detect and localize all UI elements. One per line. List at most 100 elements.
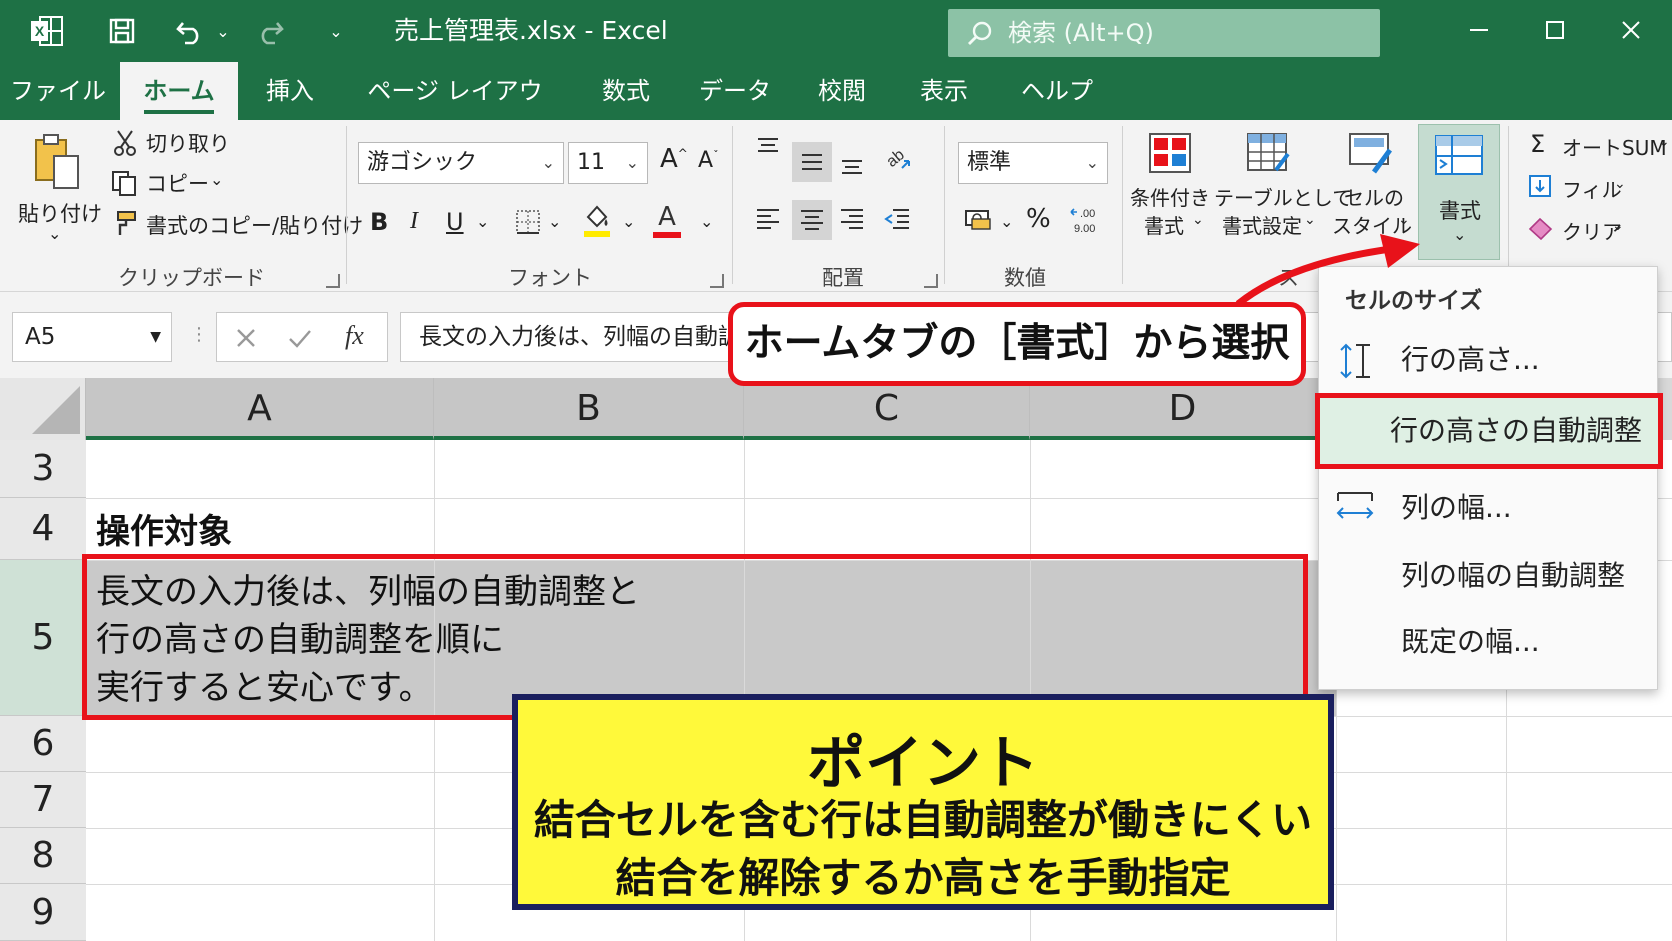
font-color-icon[interactable]: A [650,200,684,240]
format-painter-icon[interactable] [108,208,140,238]
save-icon[interactable] [104,14,140,48]
fill-color-icon[interactable] [580,202,614,240]
underline-dropdown-icon[interactable]: ⌄ [476,212,489,231]
cancel-entry-icon[interactable] [233,325,259,351]
fill-color-dropdown-icon[interactable]: ⌄ [622,212,635,231]
cell-styles-label1[interactable]: セルの [1344,182,1404,211]
column-header-b[interactable]: B [434,378,744,440]
cell-styles-icon[interactable] [1346,130,1394,176]
borders-icon[interactable] [512,206,544,238]
top-align-icon[interactable] [752,132,784,162]
accounting-dropdown-icon[interactable]: ⌄ [1000,212,1013,231]
decrease-font-icon[interactable]: Aˇ [698,148,719,173]
autosum-label[interactable]: オートSUM [1562,132,1667,161]
customize-qat-icon[interactable]: ⌄ [324,14,348,48]
cell-a4[interactable]: 操作対象 [96,504,232,553]
menu-item-autofit-column-width[interactable]: 列の幅の自動調整 [1319,545,1659,607]
menu-item-autofit-row-height[interactable]: 行の高さの自動調整 [1315,393,1663,469]
copy-label[interactable]: コピー [146,168,209,198]
select-all-corner[interactable] [0,378,86,440]
tab-insert[interactable]: 挿入 [250,62,330,120]
menu-item-column-width[interactable]: 列の幅... [1319,477,1659,539]
redo-icon[interactable] [252,14,288,48]
row-header-8[interactable]: 8 [0,828,86,884]
middle-align-icon[interactable] [792,142,832,182]
decrease-indent-icon[interactable] [880,202,914,236]
row-header-5[interactable]: 5 [0,560,86,716]
align-center-icon[interactable] [792,200,832,240]
confirm-entry-icon[interactable] [287,325,313,351]
format-as-table-icon[interactable] [1244,130,1292,176]
row-header-6[interactable]: 6 [0,716,86,772]
tab-home[interactable]: ホーム [120,62,238,120]
copy-icon[interactable] [108,168,140,198]
fill-icon[interactable] [1526,172,1554,200]
menu-item-label: 列の幅の自動調整 [1401,559,1626,592]
close-button[interactable] [1606,10,1656,50]
undo-icon[interactable] [172,14,208,48]
column-header-c[interactable]: C [744,378,1030,440]
format-button[interactable]: 書式 ⌄ [1418,124,1500,260]
tab-formulas[interactable]: 数式 [586,62,666,120]
row-header-7[interactable]: 7 [0,772,86,828]
number-format-dropdown[interactable]: 標準 ⌄ [958,142,1108,184]
increase-font-icon[interactable]: A^ [660,144,688,174]
copy-dropdown-icon[interactable]: ⌄ [210,170,223,189]
clipboard-launcher-icon[interactable] [326,274,340,288]
italic-button[interactable]: I [410,208,418,235]
accounting-format-icon[interactable] [962,204,996,234]
tab-help[interactable]: ヘルプ [1012,62,1102,120]
conditional-formatting-label1[interactable]: 条件付き [1130,182,1210,211]
font-launcher-icon[interactable] [710,274,724,288]
menu-item-default-width[interactable]: 既定の幅... [1319,611,1659,673]
menu-item-row-height[interactable]: 行の高さ... [1319,329,1659,391]
align-left-icon[interactable] [752,202,784,236]
font-size-dropdown[interactable]: 11 ⌄ [568,142,648,184]
tab-file[interactable]: ファイル [6,62,110,120]
minimize-button[interactable] [1454,10,1504,50]
row-header-4[interactable]: 4 [0,498,86,560]
font-name-dropdown[interactable]: 游ゴシック ⌄ [358,142,564,184]
menu-item-label: 行の高さ... [1401,343,1540,376]
alignment-launcher-icon[interactable] [924,274,938,288]
paste-dropdown-icon[interactable]: ⌄ [48,224,61,243]
bold-button[interactable]: B [370,208,388,236]
paste-icon[interactable] [26,130,86,194]
format-as-table-label1[interactable]: テーブルとして [1214,182,1352,211]
undo-dropdown-icon[interactable]: ⌄ [212,14,234,48]
eraser-icon[interactable] [1526,214,1556,242]
maximize-button[interactable] [1530,10,1580,50]
conditional-formatting-icon[interactable] [1146,130,1194,176]
name-box[interactable]: A5 ▼ [12,312,172,362]
conditional-formatting-label2[interactable]: 書式 [1144,210,1184,239]
format-painter-label[interactable]: 書式のコピー/貼り付け [146,210,363,240]
tab-page-layout[interactable]: ページ レイアウト [356,62,554,163]
search-box[interactable]: 検索 (Alt+Q) [948,9,1380,57]
tab-view[interactable]: 表示 [906,62,982,120]
column-header-a[interactable]: A [86,378,434,440]
cut-label[interactable]: 切り取り [146,128,230,158]
tab-data[interactable]: データ [690,62,780,120]
scissors-icon[interactable] [110,128,140,158]
insert-function-icon[interactable]: fx [345,321,364,351]
bottom-align-icon[interactable] [836,150,868,180]
underline-button[interactable]: U [446,208,464,236]
fill-label[interactable]: フィル [1562,174,1622,203]
decimal-icon[interactable]: .00 9.00 [1066,202,1102,238]
tab-review[interactable]: 校閲 [804,62,880,120]
sigma-icon[interactable]: Σ [1530,130,1545,158]
number-format-value: 標準 [967,150,1012,175]
point-line-2: 結合を解除するか高さを手動指定 [615,854,1231,902]
chevron-down-icon[interactable]: ⌄ [1614,176,1626,192]
align-right-icon[interactable] [836,202,868,236]
row-header-3[interactable]: 3 [0,440,86,498]
orientation-icon[interactable]: ab [880,140,914,174]
chevron-down-icon[interactable]: ⌄ [1658,134,1670,150]
font-color-dropdown-icon[interactable]: ⌄ [700,212,713,231]
chevron-down-icon[interactable]: ⌄ [1612,218,1624,234]
percent-button[interactable]: % [1026,204,1051,234]
column-header-d[interactable]: D [1030,378,1336,440]
row-header-9[interactable]: 9 [0,884,86,941]
borders-dropdown-icon[interactable]: ⌄ [548,212,561,231]
chevron-down-icon[interactable]: ⌄ [1192,212,1204,228]
